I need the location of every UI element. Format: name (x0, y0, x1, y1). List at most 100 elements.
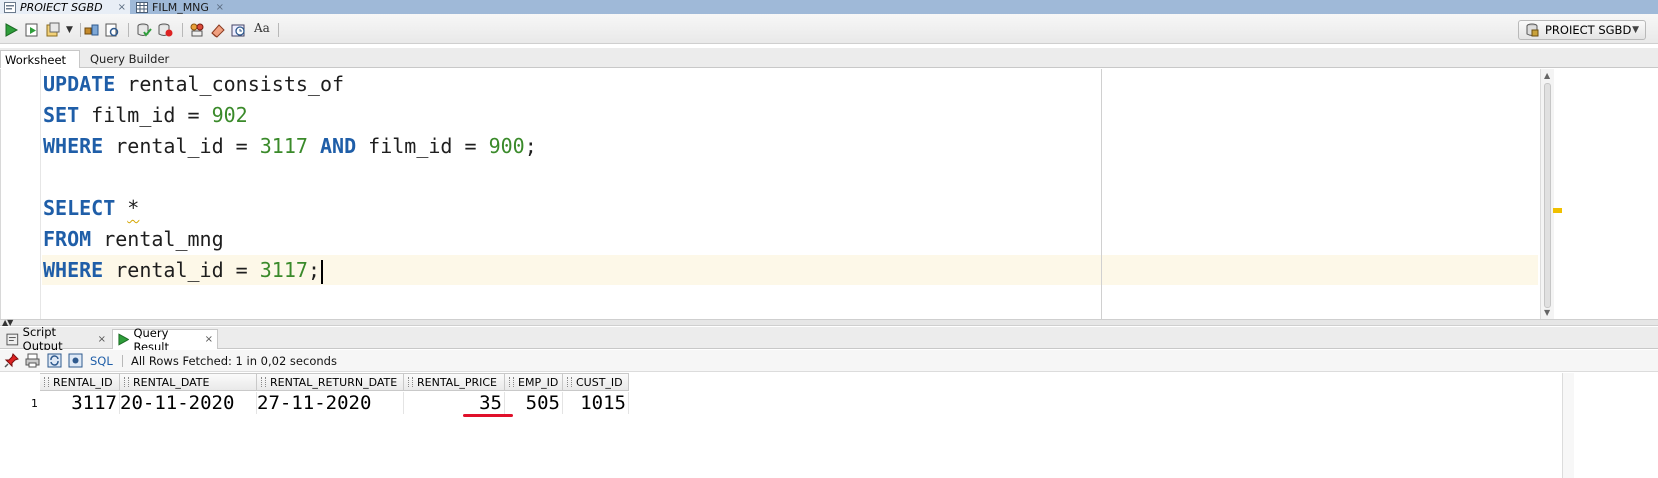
table-cell-cust-id[interactable]: 1015 (563, 392, 629, 414)
sql-link[interactable]: SQL (90, 354, 113, 368)
freeze-view-icon[interactable] (68, 353, 83, 368)
format-case-icon[interactable]: Aa (254, 21, 270, 37)
run-script-icon[interactable] (24, 22, 40, 38)
sql-keyword: FROM (43, 227, 92, 251)
tab-query-builder[interactable]: Query Builder (86, 50, 176, 68)
doc-tab-label: PROIECT SGBD (20, 0, 103, 14)
toolbar-separator (182, 23, 183, 37)
column-header-rental-price[interactable]: RENTAL_PRICE (404, 373, 505, 391)
sql-history-icon[interactable] (231, 22, 247, 38)
tab-script-output[interactable]: Script Output × (2, 325, 110, 353)
column-header-label: EMP_ID (518, 375, 559, 389)
toolbar-separator (128, 23, 129, 37)
table-cell-rental-id[interactable]: 3117 (40, 392, 120, 414)
explain-plan-icon[interactable] (84, 22, 100, 38)
unshared-sql-icon[interactable] (189, 22, 205, 38)
doc-tab-label: FILM_MNG (152, 0, 209, 14)
sql-token: film_id = (356, 134, 489, 158)
warning-marker[interactable] (1553, 208, 1562, 213)
row-number[interactable]: 1 (0, 392, 40, 414)
table-cell-emp-id[interactable]: 505 (505, 392, 563, 414)
table-cell-rental-return-date[interactable]: 27-11-2020 (257, 392, 404, 414)
pin-icon[interactable] (4, 353, 19, 368)
commit-icon[interactable] (136, 22, 152, 38)
toolbar-separator (80, 23, 81, 37)
code-line[interactable]: WHERE rental_id = 3117 AND film_id = 900… (43, 131, 537, 162)
sql-number: 902 (211, 103, 248, 127)
print-icon[interactable] (25, 353, 40, 368)
sql-code[interactable]: UPDATE rental_consists_of SET film_id = 9… (43, 69, 537, 286)
code-line[interactable]: SELECT * (43, 193, 537, 224)
sql-number: 3117 (259, 134, 308, 158)
toolbar-separator (122, 355, 123, 367)
doc-tab-film-mng[interactable]: FILM_MNG × (132, 0, 228, 14)
column-header-label: CUST_ID (576, 375, 623, 389)
column-header-label: RENTAL_DATE (133, 375, 210, 389)
column-grip-icon[interactable] (261, 377, 266, 387)
close-icon[interactable]: × (205, 334, 213, 345)
column-grip-icon[interactable] (567, 377, 572, 387)
column-header-rental-id[interactable]: RENTAL_ID (40, 373, 120, 391)
document-tab-bar: PROIECT SGBD × FILM_MNG × (0, 0, 1658, 14)
result-grid: RENTAL_ID RENTAL_DATE RENTAL_RETURN_DATE RE… (0, 373, 1658, 478)
right-margin-line (1101, 69, 1102, 319)
worksheet-toolbar: ▼ Aa PROIECT SGBD ▼ (0, 14, 1658, 44)
red-underline-annotation (463, 414, 513, 417)
column-header-cust-id[interactable]: CUST_ID (563, 373, 629, 391)
column-grip-icon[interactable] (124, 377, 129, 387)
code-line[interactable] (43, 162, 537, 193)
column-grip-icon[interactable] (408, 377, 413, 387)
scroll-up-icon[interactable]: ▲ (1544, 71, 1550, 80)
run-statement-icon[interactable] (3, 22, 19, 38)
column-grip-icon[interactable] (44, 377, 49, 387)
autotrace-icon[interactable] (45, 22, 61, 38)
result-toolbar: SQL All Rows Fetched: 1 in 0,02 seconds (0, 350, 1658, 372)
column-header-label: RENTAL_RETURN_DATE (270, 375, 398, 389)
code-line[interactable]: FROM rental_mng (43, 224, 537, 255)
worksheet-icon (4, 1, 16, 13)
column-grip-icon[interactable] (509, 377, 514, 387)
collapse-arrows-icon[interactable]: ▲▼ (2, 318, 13, 327)
editor-vertical-scrollbar[interactable]: ▲ ▼ (1540, 69, 1554, 319)
table-cell-rental-price[interactable]: 35 (404, 392, 505, 414)
sql-token: ; (524, 134, 537, 158)
editor-mode-tabs: Worksheet Query Builder (0, 48, 1658, 68)
table-icon (136, 1, 148, 13)
sql-editor[interactable]: UPDATE rental_consists_of SET film_id = 9… (0, 69, 1640, 319)
column-header-emp-id[interactable]: EMP_ID (505, 373, 563, 391)
tab-worksheet[interactable]: Worksheet (0, 50, 80, 68)
doc-tab-proiect-sgbd[interactable]: PROIECT SGBD × (0, 0, 130, 14)
sql-keyword: AND (319, 134, 357, 158)
sql-token: rental_mng (91, 227, 224, 251)
panel-splitter[interactable]: ▲▼ (0, 318, 1658, 327)
sql-token: ; (307, 258, 320, 282)
close-icon[interactable]: × (216, 2, 224, 13)
column-header-label: RENTAL_ID (53, 375, 113, 389)
tab-query-result[interactable]: Query Result × (112, 326, 218, 354)
grid-vertical-scrollbar[interactable] (1562, 373, 1574, 478)
code-line[interactable]: UPDATE rental_consists_of (43, 69, 537, 100)
scrollbar-thumb[interactable] (1544, 83, 1551, 308)
code-line[interactable]: SET film_id = 902 (43, 100, 537, 131)
sql-number: 3117 (259, 258, 308, 282)
sql-tuning-icon[interactable] (104, 22, 120, 38)
column-header-rental-return-date[interactable]: RENTAL_RETURN_DATE (257, 373, 404, 391)
sql-keyword: SELECT (43, 196, 116, 220)
close-icon[interactable]: × (118, 2, 126, 13)
column-header-label: RENTAL_PRICE (417, 375, 497, 389)
column-header-rental-date[interactable]: RENTAL_DATE (120, 373, 257, 391)
run-icon (118, 333, 130, 346)
refresh-icon[interactable] (47, 353, 62, 368)
fetch-status: All Rows Fetched: 1 in 0,02 seconds (131, 354, 337, 368)
sql-token: film_id = (79, 103, 212, 127)
close-icon[interactable]: × (98, 334, 106, 345)
scroll-down-icon[interactable]: ▼ (1544, 308, 1550, 317)
rollback-icon[interactable] (157, 22, 173, 38)
editor-gutter (1, 69, 41, 319)
table-cell-rental-date[interactable]: 20-11-2020 (120, 392, 257, 414)
code-line[interactable]: WHERE rental_id = 3117; (43, 255, 537, 286)
database-icon (1526, 23, 1539, 37)
clear-eraser-icon[interactable] (210, 22, 226, 38)
connection-selector[interactable]: PROIECT SGBD ▼ (1518, 20, 1646, 40)
